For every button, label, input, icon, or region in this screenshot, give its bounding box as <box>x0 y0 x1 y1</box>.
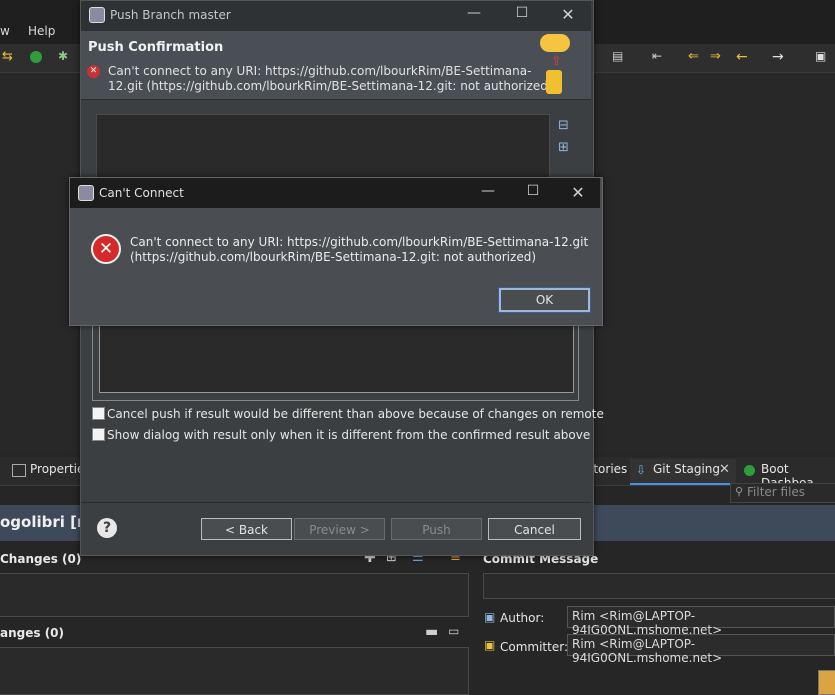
committer-icon: ▣ <box>484 638 496 652</box>
author-field[interactable]: Rim <Rim@LAPTOP-94IG0ONL.mshome.net> <box>567 606 835 637</box>
preview-button[interactable]: Preview > <box>294 518 385 540</box>
cant-connect-title: Can't Connect <box>99 186 184 200</box>
push-confirmation-heading: Push Confirmation <box>88 40 224 55</box>
commit-message-input[interactable] <box>483 573 835 599</box>
show-dialog-label: Show dialog with result only when it is … <box>107 428 591 442</box>
commit-action-icon[interactable] <box>818 670 835 695</box>
author-label: Author: <box>500 611 545 625</box>
filter-placeholder: Filter files <box>747 485 806 499</box>
cancel-push-label: Cancel push if result would be different… <box>107 407 604 421</box>
toolbar-arrow-icon[interactable]: ⇆ <box>2 49 16 64</box>
cancel-button[interactable]: Cancel <box>488 518 581 540</box>
error-icon: ✕ <box>91 234 121 264</box>
push-error-line1: Can't connect to any URI: https://github… <box>108 64 532 78</box>
staged-changes-list[interactable] <box>0 647 469 695</box>
toolbar-pin-icon[interactable]: ▤ <box>612 49 626 63</box>
power-icon[interactable] <box>30 51 42 63</box>
push-details-text[interactable] <box>99 325 574 393</box>
properties-icon <box>12 464 26 477</box>
maximize-icon[interactable]: ☐ <box>512 5 532 21</box>
minimize-icon[interactable]: — <box>478 183 498 199</box>
maximize-icon[interactable]: ☐ <box>523 183 543 199</box>
staging-repo-title: ogolibri [m <box>0 513 93 531</box>
push-button[interactable]: Push <box>391 518 482 540</box>
git-staging-icon: ⇩ <box>636 463 647 477</box>
toolbar-nav-icon[interactable]: ⇤ <box>652 49 666 63</box>
database-icon <box>546 70 562 94</box>
ok-button[interactable]: OK <box>498 287 591 313</box>
remove-selected-icon[interactable]: ▭ <box>448 624 459 638</box>
eclipse-icon <box>89 7 105 23</box>
committer-label: Committer: <box>500 640 568 654</box>
push-arrow-icon: ⇧ <box>551 54 562 69</box>
cancel-push-checkbox[interactable] <box>92 407 105 420</box>
cant-connect-message-line2: (https://github.com/lbourkRim/BE-Settima… <box>130 250 536 264</box>
unstaged-changes-list[interactable] <box>0 573 469 617</box>
back-button[interactable]: < Back <box>201 518 292 540</box>
remove-all-icon[interactable]: ▬ <box>425 624 438 640</box>
filter-files-input[interactable]: ⚲ Filter files <box>730 483 835 503</box>
boot-dashboard-icon <box>744 465 755 476</box>
menu-window-partial[interactable]: w <box>0 24 10 38</box>
close-icon[interactable]: ✕ <box>568 183 588 202</box>
push-dialog-title: Push Branch master <box>110 8 231 22</box>
forward-icon[interactable]: → <box>772 49 786 65</box>
collapse-all-icon[interactable]: ⊟ <box>558 118 569 133</box>
minimize-icon[interactable]: — <box>464 5 484 21</box>
tab-repositories[interactable]: itories <box>590 462 627 476</box>
cloud-icon <box>540 34 570 52</box>
filter-icon: ⚲ <box>735 485 744 498</box>
error-icon: ✕ <box>87 65 100 78</box>
expand-all-icon[interactable]: ⊞ <box>558 140 569 155</box>
next-edit-icon[interactable]: ⇒ <box>710 49 724 64</box>
push-error-line2: 12.git (https://github.com/lbourkRim/BE-… <box>108 79 553 93</box>
staged-changes-label: anges (0) <box>0 626 65 640</box>
back-icon[interactable]: ← <box>736 49 750 65</box>
button-divider <box>81 502 591 503</box>
bug-icon[interactable]: ✱ <box>58 49 72 63</box>
cant-connect-message-line1: Can't connect to any URI: https://github… <box>130 235 589 249</box>
tab-git-staging-label: Git Staging <box>653 462 721 476</box>
committer-field[interactable]: Rim <Rim@LAPTOP-94IG0ONL.mshome.net> <box>567 634 835 665</box>
open-perspective-icon[interactable]: ▣ <box>815 49 829 63</box>
prev-edit-icon[interactable]: ⇐ <box>688 49 702 64</box>
push-results-tree[interactable] <box>96 114 550 186</box>
author-icon: ▣ <box>484 610 496 624</box>
eclipse-icon <box>78 185 94 201</box>
menu-help[interactable]: Help <box>28 24 55 38</box>
close-icon[interactable]: ✕ <box>558 5 578 24</box>
show-dialog-checkbox[interactable] <box>92 428 105 441</box>
help-icon[interactable]: ? <box>97 518 117 538</box>
unstaged-changes-label: Changes (0) <box>0 552 82 566</box>
close-tab-icon[interactable]: ✕ <box>719 462 730 477</box>
